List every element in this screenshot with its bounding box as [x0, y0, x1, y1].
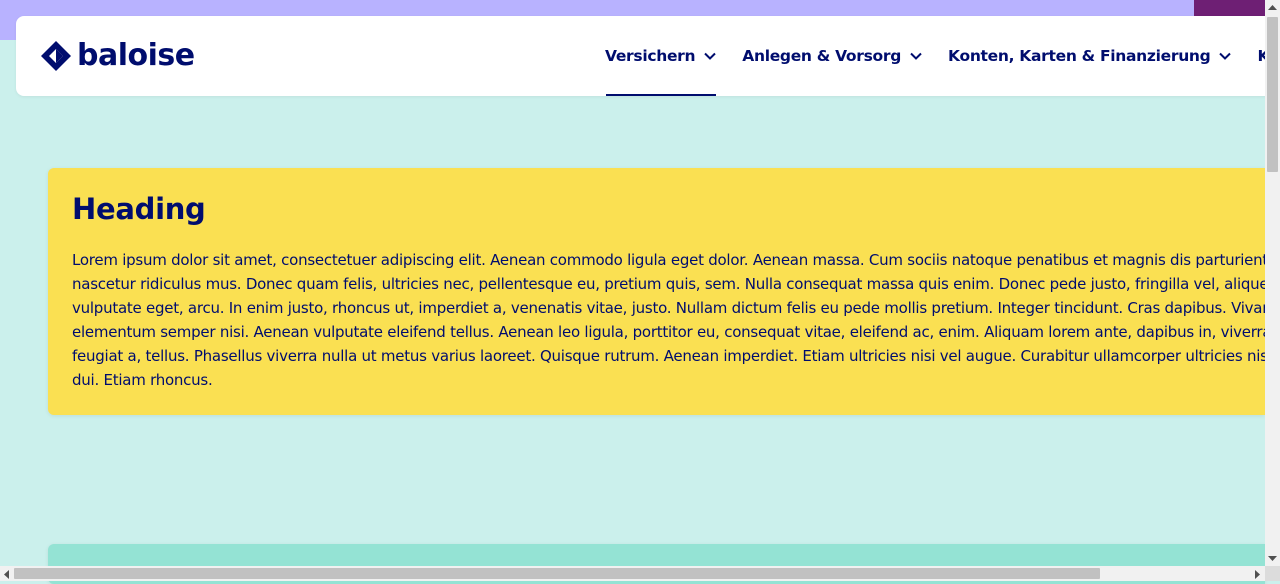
- scroll-left-arrow-icon[interactable]: [3, 570, 10, 579]
- nav-item-label: Konten, Karten & Finanzierung: [948, 47, 1211, 65]
- horizontal-scrollbar[interactable]: [0, 566, 1265, 581]
- card-heading: Heading: [72, 192, 206, 226]
- top-strip-accent: [1194, 0, 1265, 16]
- brand-logo-link[interactable]: baloise: [40, 38, 195, 74]
- scroll-right-arrow-icon[interactable]: [1254, 570, 1261, 579]
- nav-item-label: Anlegen & Vorsorg: [742, 47, 902, 65]
- chevron-down-icon: [1219, 52, 1232, 60]
- scrollbar-corner: [1265, 566, 1280, 581]
- vertical-scroll-thumb[interactable]: [1267, 17, 1278, 172]
- brand-name: baloise: [77, 38, 195, 73]
- body-line: nascetur ridiculus mus. Donec quam felis…: [72, 275, 1265, 293]
- vertical-scrollbar[interactable]: [1265, 0, 1280, 566]
- chevron-down-icon: [910, 52, 922, 60]
- body-line: vulputate eget, arcu. In enim justo, rho…: [72, 299, 1265, 317]
- nav-item-konten-karten-finanzierung[interactable]: Konten, Karten & Finanzierung: [948, 16, 1232, 96]
- body-line: elementum semper nisi. Aenean vulputate …: [72, 323, 1265, 341]
- content-card: Heading Lorem ipsum dolor sit amet, cons…: [48, 168, 1265, 415]
- body-line: dui. Etiam rhoncus.: [72, 371, 213, 389]
- site-header: baloise Versichern Anlegen & Vorsorg Kon…: [16, 16, 1280, 96]
- chevron-down-icon: [704, 52, 716, 60]
- body-line: Lorem ipsum dolor sit amet, consectetuer…: [72, 251, 1265, 269]
- body-line: feugiat a, tellus. Phasellus viverra nul…: [72, 347, 1265, 365]
- nav-item-anlegen-vorsorgen[interactable]: Anlegen & Vorsorg: [742, 16, 922, 96]
- baloise-logo-icon: [41, 41, 71, 71]
- card-body-text: Lorem ipsum dolor sit amet, consectetuer…: [72, 248, 1265, 392]
- nav-item-label: Versichern: [605, 47, 696, 65]
- scroll-up-arrow-icon[interactable]: [1268, 4, 1277, 11]
- main-nav: Versichern Anlegen & Vorsorg Konten, Kar…: [605, 16, 1280, 96]
- scroll-down-arrow-icon[interactable]: [1268, 555, 1277, 562]
- horizontal-scroll-thumb[interactable]: [14, 568, 1100, 579]
- nav-item-versichern[interactable]: Versichern: [605, 16, 717, 96]
